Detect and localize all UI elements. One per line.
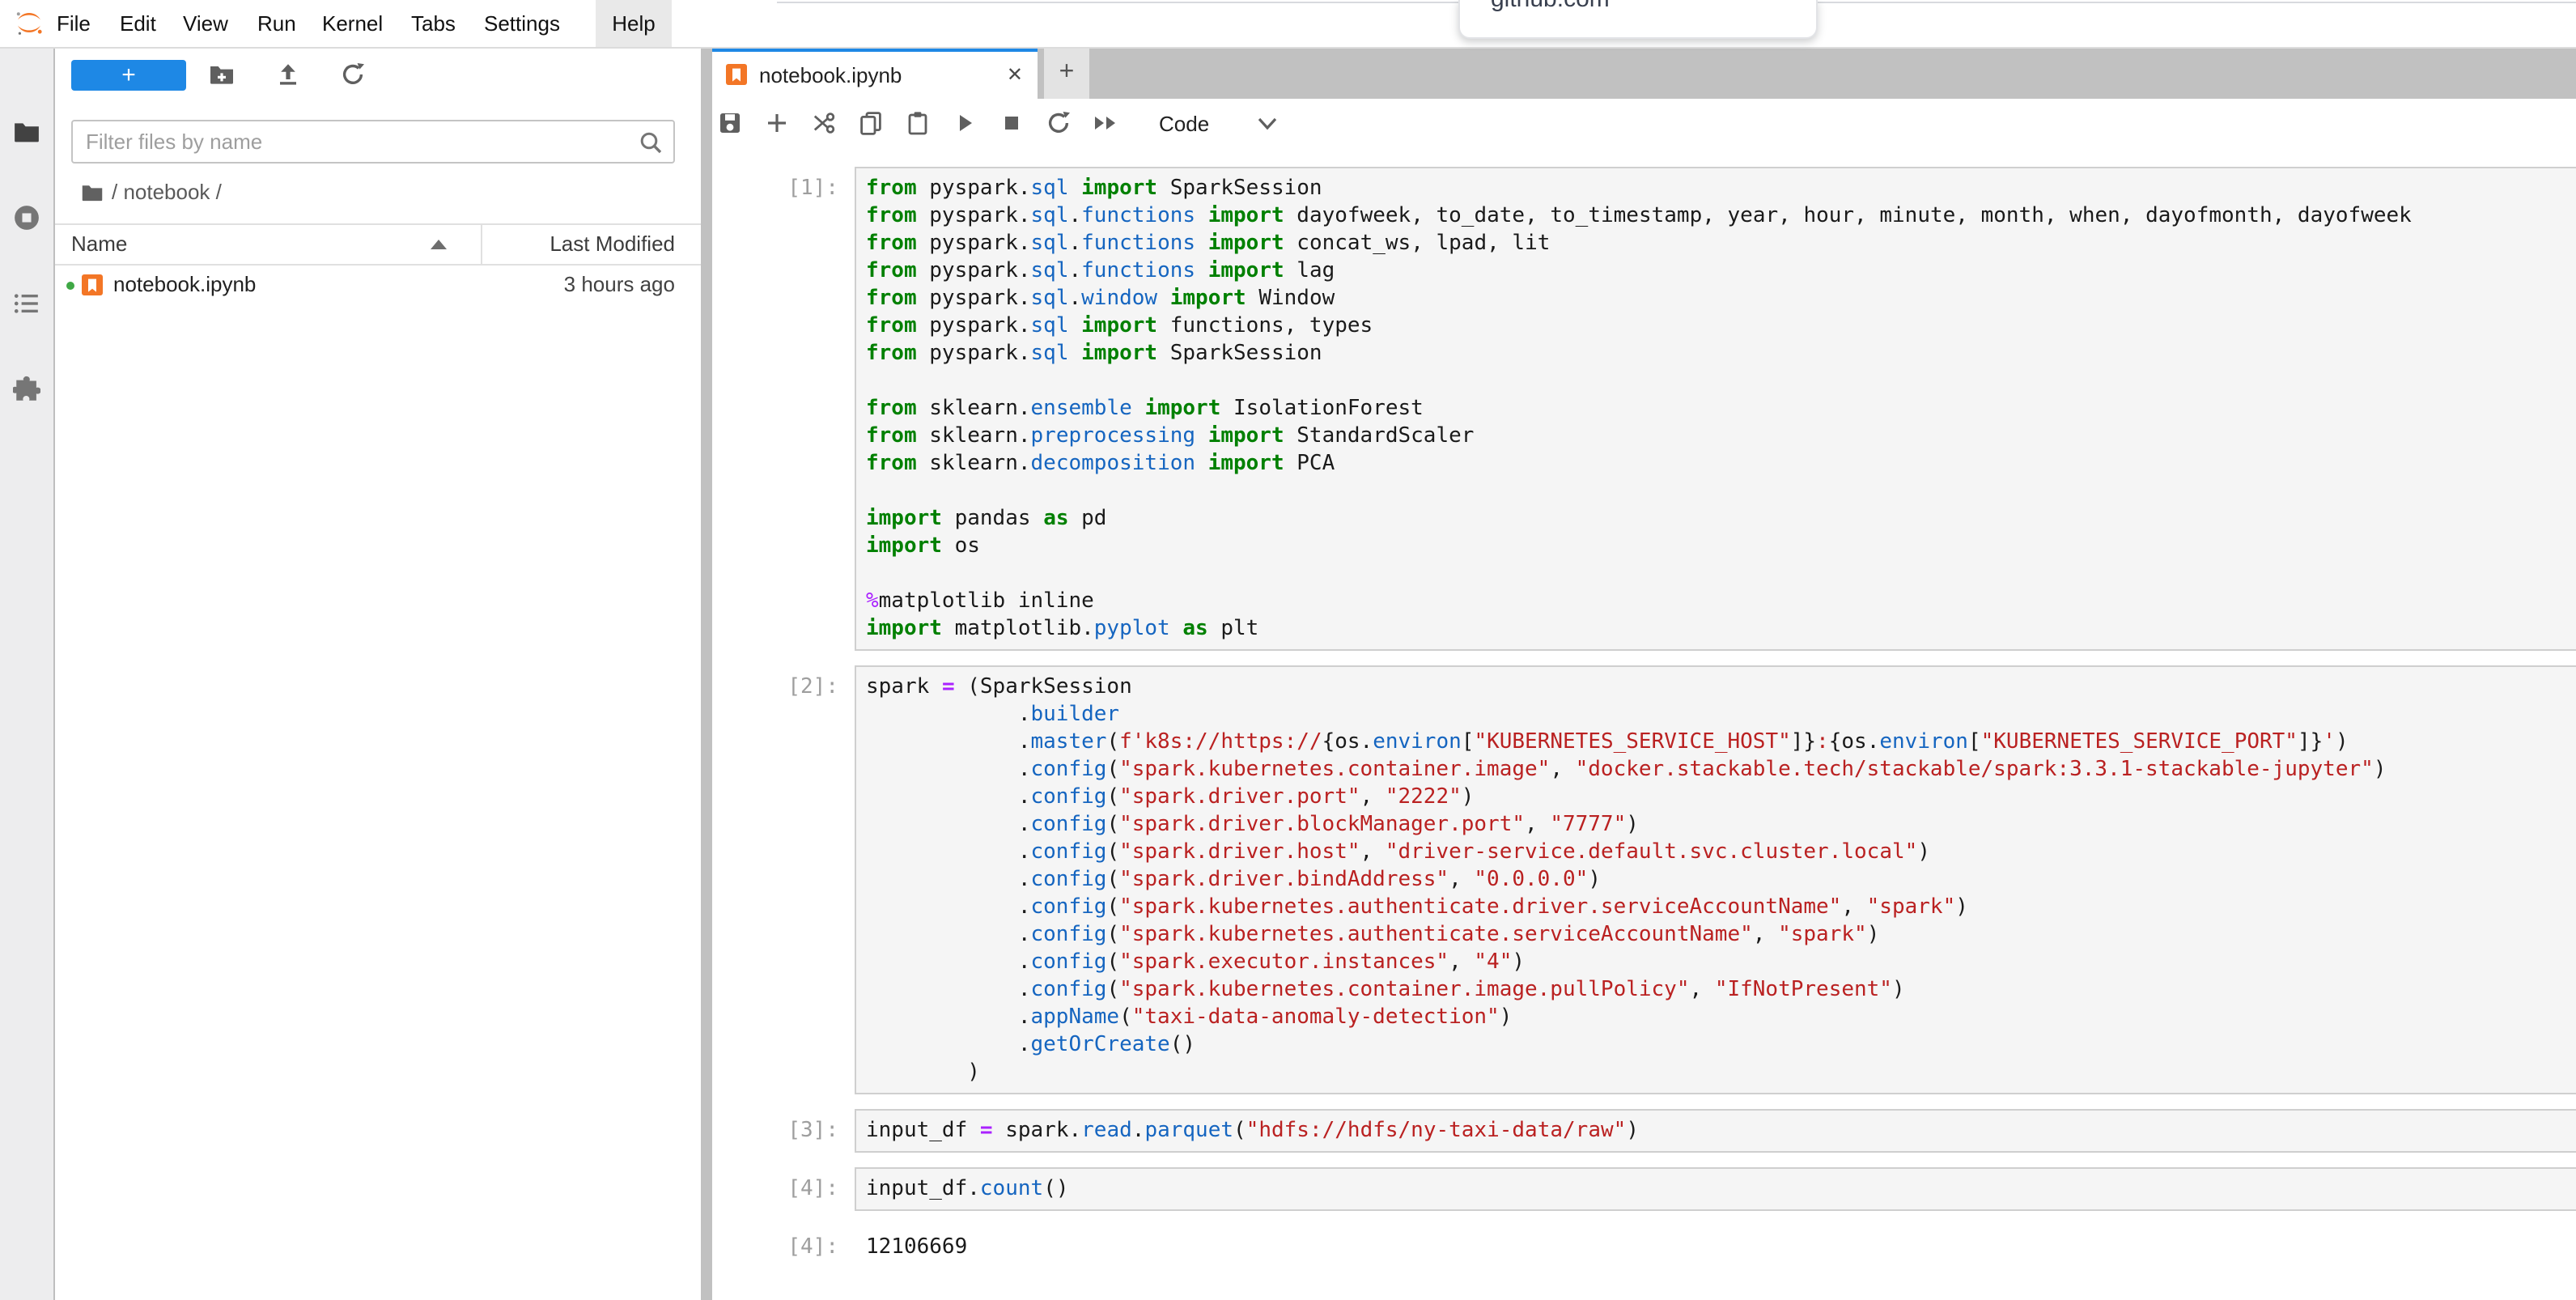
notebook-tab-icon bbox=[725, 63, 748, 86]
cell-editor[interactable]: input_df = spark.read.parquet("hdfs://hd… bbox=[855, 1109, 2576, 1153]
cell-output-row: [4]:12106669 bbox=[712, 1226, 2576, 1261]
github-tooltip: github.com bbox=[1458, 0, 1818, 39]
notebook-cell: [2]:spark = (SparkSession .builder .mast… bbox=[712, 665, 2576, 1094]
main-dock-panel: notebook.ipynb ✕ + bbox=[712, 47, 2576, 1300]
menu-edit[interactable]: Edit bbox=[120, 0, 156, 47]
chevron-down-icon[interactable] bbox=[1258, 116, 1277, 130]
menu-kernel[interactable]: Kernel bbox=[322, 0, 383, 47]
tab-bar: notebook.ipynb ✕ + bbox=[712, 47, 2576, 99]
cell-input-prompt: [2]: bbox=[712, 665, 855, 1094]
kernel-running-dot bbox=[66, 282, 74, 290]
sort-ascending-icon[interactable] bbox=[431, 240, 447, 249]
notebook-cell: [4]:input_df.count() bbox=[712, 1167, 2576, 1211]
tab-notebook[interactable]: notebook.ipynb ✕ bbox=[712, 47, 1038, 99]
new-tab-button[interactable]: + bbox=[1044, 47, 1089, 99]
breadcrumb-path: / notebook / bbox=[112, 180, 222, 204]
stop-icon[interactable] bbox=[999, 110, 1025, 136]
github-tooltip-text: github.com bbox=[1491, 0, 1610, 13]
menu-tabs[interactable]: Tabs bbox=[411, 0, 456, 47]
file-browser-icon[interactable] bbox=[13, 118, 40, 146]
table-of-contents-icon[interactable] bbox=[13, 290, 40, 317]
panel-splitter[interactable] bbox=[701, 47, 712, 1300]
jupyterlab-window: File Edit View Run Kernel Tabs Settings … bbox=[0, 0, 2576, 1300]
cell-output-text: 12106669 bbox=[855, 1226, 2576, 1261]
notebook-content[interactable]: [1]:from pyspark.sql import SparkSession… bbox=[712, 147, 2576, 1300]
new-folder-icon[interactable] bbox=[209, 62, 235, 87]
column-header-modified[interactable]: Last Modified bbox=[550, 225, 675, 264]
menu-view[interactable]: View bbox=[183, 0, 228, 47]
file-name: notebook.ipynb bbox=[113, 266, 256, 304]
tab-close-icon[interactable]: ✕ bbox=[1007, 52, 1023, 99]
file-browser-panel: + / notebook / Name bbox=[55, 47, 701, 1300]
jupyter-logo-icon bbox=[13, 6, 45, 39]
notebook-file-icon bbox=[81, 274, 104, 296]
column-header-name[interactable]: Name bbox=[71, 225, 127, 264]
home-folder-icon[interactable] bbox=[81, 181, 104, 204]
file-list-header: Name Last Modified bbox=[55, 225, 701, 264]
save-icon[interactable] bbox=[717, 110, 743, 136]
running-kernels-icon[interactable] bbox=[13, 204, 40, 232]
upload-icon[interactable] bbox=[275, 62, 301, 87]
menu-settings[interactable]: Settings bbox=[484, 0, 560, 47]
file-row[interactable]: notebook.ipynb 3 hours ago bbox=[55, 266, 701, 304]
menu-file[interactable]: File bbox=[57, 0, 91, 47]
file-filter-input[interactable] bbox=[73, 121, 673, 162]
cell-editor[interactable]: spark = (SparkSession .builder .master(f… bbox=[855, 665, 2576, 1094]
breadcrumb[interactable]: / notebook / bbox=[81, 176, 222, 209]
extensions-icon[interactable] bbox=[13, 374, 40, 401]
notebook-toolbar: Code bbox=[712, 99, 2576, 149]
cell-type-dropdown[interactable]: Code bbox=[1159, 111, 1209, 135]
cell-input-prompt: [3]: bbox=[712, 1109, 855, 1153]
notebook-cell: [3]:input_df = spark.read.parquet("hdfs:… bbox=[712, 1109, 2576, 1153]
run-icon[interactable] bbox=[952, 110, 978, 136]
add-cell-icon[interactable] bbox=[764, 110, 790, 136]
cell-editor[interactable]: from pyspark.sql import SparkSessionfrom… bbox=[855, 167, 2576, 651]
cell-input-prompt: [1]: bbox=[712, 167, 855, 651]
cell-output-prompt: [4]: bbox=[712, 1226, 855, 1261]
refresh-icon[interactable] bbox=[340, 62, 366, 87]
file-filter-box bbox=[71, 120, 675, 164]
menu-run[interactable]: Run bbox=[257, 0, 296, 47]
tab-title: notebook.ipynb bbox=[759, 52, 902, 99]
search-icon bbox=[638, 130, 664, 155]
cell-input-prompt: [4]: bbox=[712, 1167, 855, 1211]
restart-run-all-icon[interactable] bbox=[1093, 110, 1118, 136]
paste-icon[interactable] bbox=[905, 110, 931, 136]
new-launcher-button[interactable]: + bbox=[71, 60, 186, 91]
file-modified: 3 hours ago bbox=[564, 266, 675, 304]
restart-kernel-icon[interactable] bbox=[1046, 110, 1072, 136]
cut-icon[interactable] bbox=[811, 110, 837, 136]
cell-editor[interactable]: input_df.count() bbox=[855, 1167, 2576, 1211]
copy-icon[interactable] bbox=[858, 110, 884, 136]
activity-bar bbox=[0, 47, 55, 1300]
menubar: File Edit View Run Kernel Tabs Settings … bbox=[0, 0, 2576, 49]
notebook-cell: [1]:from pyspark.sql import SparkSession… bbox=[712, 167, 2576, 651]
cell-list: [1]:from pyspark.sql import SparkSession… bbox=[712, 147, 2576, 1261]
menu-help[interactable]: Help bbox=[596, 0, 672, 47]
column-divider bbox=[481, 225, 482, 264]
